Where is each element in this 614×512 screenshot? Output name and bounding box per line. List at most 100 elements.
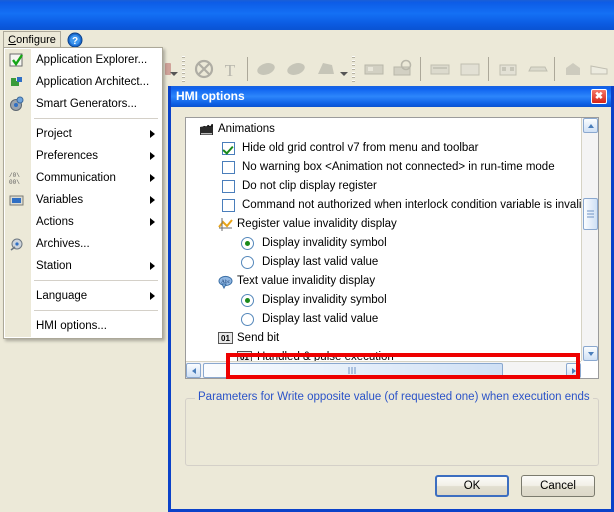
shape-polygon-icon[interactable]: [315, 58, 337, 80]
tree-row[interactable]: Register value invalidity display: [186, 215, 581, 234]
conveyor-icon[interactable]: [363, 58, 385, 80]
tree-horizontal-scrollbar[interactable]: [186, 361, 581, 378]
submenu-arrow-icon: [150, 218, 155, 226]
screen-icon[interactable]: [459, 58, 481, 80]
tree-row[interactable]: No warning box <Animation not connected>…: [186, 158, 581, 177]
menu-separator: [34, 118, 158, 120]
tree-row-label: Display last valid value: [262, 310, 378, 329]
checkbox-hide-old-grid[interactable]: [222, 142, 235, 155]
tree-row[interactable]: Abc Text value invalidity display: [186, 272, 581, 291]
hmi-options-dialog: HMI options ✖ Animations Hide old grid c…: [168, 86, 614, 512]
configure-dropdown-menu[interactable]: Application Explorer... Application Arch…: [3, 47, 163, 339]
menu-item-hmi-options[interactable]: HMI options...: [4, 315, 162, 337]
menu-configure-label: onfigure: [16, 34, 56, 46]
submenu-arrow-icon: [150, 130, 155, 138]
help-question-icon[interactable]: ?: [67, 32, 83, 48]
toolbar-grip[interactable]: [352, 56, 355, 82]
menu-item-application-explorer[interactable]: Application Explorer...: [4, 49, 162, 71]
menu-separator: [34, 310, 158, 312]
tree-row[interactable]: Display last valid value: [186, 310, 581, 329]
scroll-left-button[interactable]: [186, 363, 201, 378]
register-chart-icon: [218, 217, 233, 232]
text-tool-icon[interactable]: T: [219, 58, 241, 80]
toolbar-separator: [420, 57, 421, 81]
chevron-up-icon: [588, 124, 594, 128]
menu-item-label: Preferences: [36, 150, 98, 162]
tree-row[interactable]: Animations: [186, 120, 581, 139]
toolbar-grip[interactable]: [182, 56, 185, 82]
radio-register-display-last-valid-value[interactable]: [241, 256, 254, 269]
svg-text:/0\: /0\: [9, 172, 20, 179]
horizontal-scroll-thumb[interactable]: [203, 363, 503, 378]
bit-01-icon: 01: [218, 332, 233, 344]
no-entry-icon[interactable]: [193, 58, 215, 80]
scroll-up-button[interactable]: [583, 118, 598, 133]
menu-item-archives[interactable]: Archives...: [4, 233, 162, 255]
menu-item-smart-generators[interactable]: Smart Generators...: [4, 93, 162, 115]
tree-row[interactable]: Do not clip display register: [186, 177, 581, 196]
options-tree-panel[interactable]: Animations Hide old grid control v7 from…: [185, 117, 599, 379]
dialog-title: HMI options: [176, 89, 245, 103]
tree-row-label: Register value invalidity display: [237, 215, 397, 234]
panel-icon[interactable]: [429, 58, 451, 80]
menu-item-label: Application Architect...: [36, 76, 149, 88]
scroll-down-button[interactable]: [583, 346, 598, 361]
smart-generators-gear-icon: [8, 96, 25, 113]
submenu-arrow-icon: [150, 292, 155, 300]
toolbar-separator: [488, 57, 489, 81]
radio-text-display-invalidity-symbol[interactable]: [241, 294, 254, 307]
tree-row[interactable]: Display last valid value: [186, 253, 581, 272]
tree-row[interactable]: 01 Send bit: [186, 329, 581, 348]
close-icon[interactable]: ✖: [591, 89, 607, 104]
menu-item-project[interactable]: Project: [4, 123, 162, 145]
dialog-titlebar[interactable]: HMI options ✖: [171, 86, 611, 107]
tree-row[interactable]: Display invalidity symbol: [186, 291, 581, 310]
menu-item-variables[interactable]: Variables: [4, 189, 162, 211]
menu-item-label: Smart Generators...: [36, 98, 137, 110]
cancel-button[interactable]: Cancel: [521, 475, 595, 497]
silo-icon[interactable]: [562, 58, 584, 80]
radio-text-display-last-valid-value[interactable]: [241, 313, 254, 326]
tree-row-label: Handled & pulse execution: [257, 348, 394, 361]
tree-row-label: Animations: [218, 120, 275, 139]
radio-register-display-invalidity-symbol[interactable]: [241, 237, 254, 250]
ok-button[interactable]: OK: [435, 475, 509, 497]
building-icon[interactable]: [497, 58, 519, 80]
roof-icon[interactable]: [527, 58, 549, 80]
shape-blob2-icon[interactable]: [285, 58, 307, 80]
chevron-down-icon[interactable]: [170, 72, 177, 77]
tree-vertical-scrollbar[interactable]: [581, 118, 598, 361]
chevron-down-icon: [588, 352, 594, 356]
scroll-right-button[interactable]: [566, 363, 581, 378]
tree-row-label: Hide old grid control v7 from menu and t…: [242, 139, 479, 158]
tree-row[interactable]: Hide old grid control v7 from menu and t…: [186, 139, 581, 158]
text-abc-icon: Abc: [218, 274, 233, 289]
checkbox-command-not-authorized[interactable]: [222, 199, 235, 212]
parameters-group-legend: Parameters for Write opposite value (of …: [195, 391, 593, 403]
menu-item-actions[interactable]: Actions: [4, 211, 162, 233]
menu-item-language[interactable]: Language: [4, 285, 162, 307]
chevron-down-icon[interactable]: [340, 72, 347, 77]
tree-row[interactable]: Command not authorized when interlock co…: [186, 196, 581, 215]
chevron-right-icon: [572, 368, 576, 374]
hopper-icon[interactable]: [588, 58, 610, 80]
options-tree-list: Animations Hide old grid control v7 from…: [186, 118, 581, 361]
menu-item-station[interactable]: Station: [4, 255, 162, 277]
menu-item-communication[interactable]: /0\00\ Communication: [4, 167, 162, 189]
menu-configure-accel: C: [8, 34, 16, 46]
tree-row[interactable]: Display invalidity symbol: [186, 234, 581, 253]
submenu-arrow-icon: [150, 174, 155, 182]
conveyor-wheel-icon[interactable]: [392, 58, 414, 80]
shape-blob-icon[interactable]: [255, 58, 277, 80]
checkbox-no-warning-box[interactable]: [222, 161, 235, 174]
application-titlebar: [0, 0, 614, 30]
bit-01-icon: 01: [237, 351, 252, 361]
menu-item-application-architect[interactable]: Application Architect...: [4, 71, 162, 93]
parameters-group-box: [185, 398, 599, 466]
svg-text:T: T: [225, 61, 236, 80]
tree-row[interactable]: 01 Handled & pulse execution: [186, 348, 581, 361]
vertical-scroll-thumb[interactable]: [583, 198, 598, 230]
checkbox-do-not-clip-display-register[interactable]: [222, 180, 235, 193]
submenu-arrow-icon: [150, 196, 155, 204]
menu-item-preferences[interactable]: Preferences: [4, 145, 162, 167]
